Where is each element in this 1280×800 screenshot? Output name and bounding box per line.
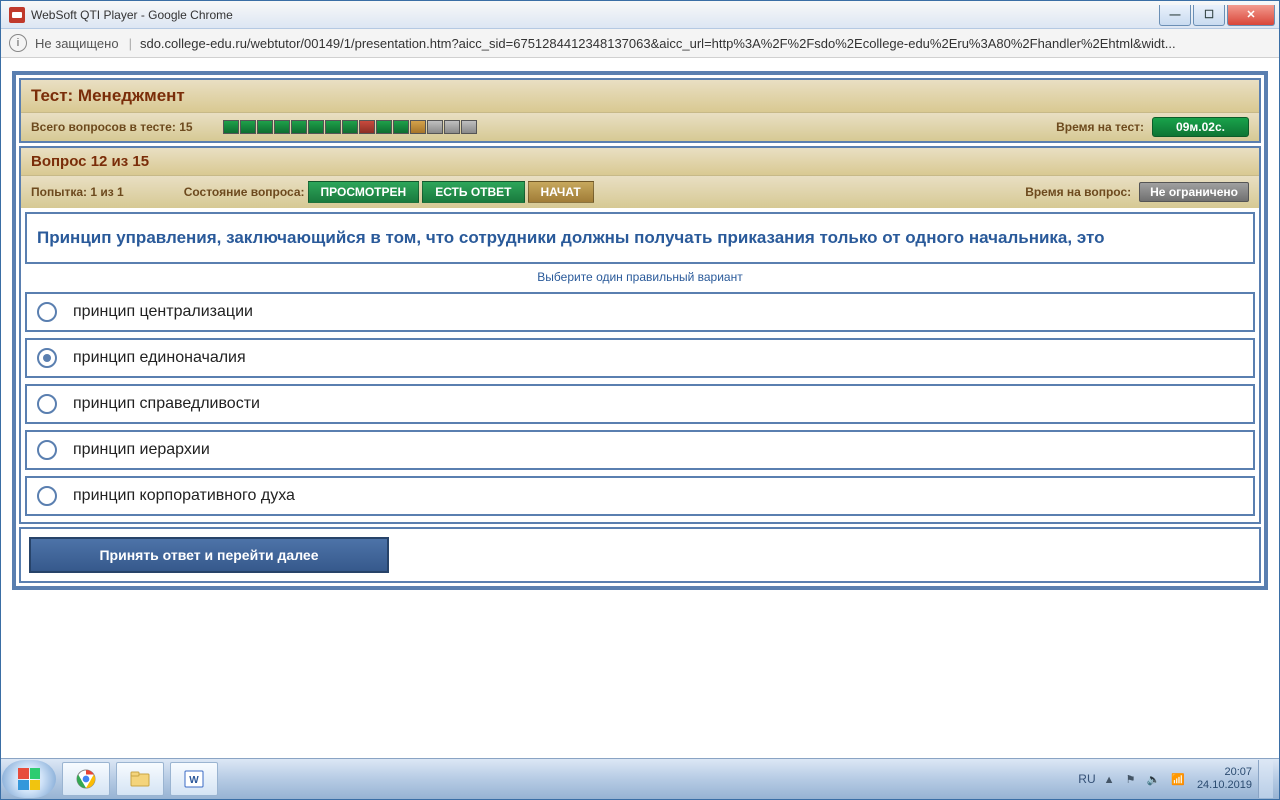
progress-cell[interactable] [393,120,409,134]
answer-option[interactable]: принцип единоначалия [25,338,1255,378]
page-content: Тест: Менеджмент Всего вопросов в тесте:… [6,61,1274,759]
minimize-button[interactable]: — [1159,5,1191,26]
answer-option-label: принцип справедливости [73,395,260,413]
state-started-badge: НАЧАТ [528,181,594,203]
not-secure-icon[interactable]: i [9,34,27,52]
radio-icon [37,486,57,506]
radio-icon [37,348,57,368]
question-hint: Выберите один правильный вариант [21,270,1259,284]
progress-cell[interactable] [291,120,307,134]
clock-time: 20:07 [1197,766,1252,779]
progress-cell[interactable] [461,120,477,134]
attempt-label: Попытка: 1 из 1 [31,185,124,199]
chrome-window: WebSoft QTI Player - Google Chrome — ☐ ✕… [0,0,1280,800]
state-label: Состояние вопроса: [184,185,305,199]
time-question-value: Не ограничено [1139,182,1249,202]
answer-option[interactable]: принцип централизации [25,292,1255,332]
window-title: WebSoft QTI Player - Google Chrome [31,8,233,22]
progress-cell[interactable] [410,120,426,134]
language-indicator[interactable]: RU [1078,772,1095,786]
start-button[interactable] [2,760,56,798]
divider: | [129,36,132,51]
progress-cell[interactable] [342,120,358,134]
chrome-icon [76,769,96,789]
answer-option-label: принцип корпоративного духа [73,487,295,505]
question-number: Вопрос 12 из 15 [21,148,1259,176]
total-questions-label: Всего вопросов в тесте: 15 [31,120,193,134]
answer-option[interactable]: принцип справедливости [25,384,1255,424]
time-question-label: Время на вопрос: [1025,185,1131,199]
radio-icon [37,394,57,414]
address-bar: i Не защищено | sdo.college-edu.ru/webtu… [1,29,1279,58]
progress-cell[interactable] [427,120,443,134]
radio-icon [37,302,57,322]
state-answered-badge: ЕСТЬ ОТВЕТ [422,181,524,203]
submit-row: Принять ответ и перейти далее [25,533,1255,577]
progress-cell[interactable] [257,120,273,134]
test-title: Тест: Менеджмент [31,86,185,105]
answer-option-label: принцип единоначалия [73,349,246,367]
security-label: Не защищено [35,36,119,51]
close-button[interactable]: ✕ [1227,5,1275,26]
answer-option[interactable]: принцип иерархии [25,430,1255,470]
radio-icon [37,440,57,460]
question-body: Принцип управления, заключающийся в том,… [21,212,1259,516]
progress-cell[interactable] [376,120,392,134]
app-icon [9,7,25,23]
windows-logo-icon [18,768,40,790]
test-header-panel: Тест: Менеджмент Всего вопросов в тесте:… [19,78,1261,143]
time-test-value: 09м.02с. [1152,117,1249,137]
progress-cell[interactable] [359,120,375,134]
folder-icon [130,771,150,787]
progress-cell[interactable] [223,120,239,134]
clock-date: 24.10.2019 [1197,779,1252,792]
maximize-button[interactable]: ☐ [1193,5,1225,26]
progress-cells [223,120,478,134]
word-icon: W [184,769,204,789]
tray-icons[interactable]: ▲ ⚑ 🔈 📶 [1104,773,1189,786]
taskbar-explorer[interactable] [116,762,164,796]
answer-option[interactable]: принцип корпоративного духа [25,476,1255,516]
progress-cell[interactable] [240,120,256,134]
question-text: Принцип управления, заключающийся в том,… [25,212,1255,264]
taskbar-word[interactable]: W [170,762,218,796]
submit-button[interactable]: Принять ответ и перейти далее [29,537,389,573]
progress-cell[interactable] [444,120,460,134]
progress-cell[interactable] [274,120,290,134]
test-frame: Тест: Менеджмент Всего вопросов в тесте:… [12,71,1268,590]
question-panel: Вопрос 12 из 15 Попытка: 1 из 1 Состояни… [19,146,1261,524]
window-controls: — ☐ ✕ [1159,5,1279,25]
test-title-row: Тест: Менеджмент [21,80,1259,113]
progress-cell[interactable] [325,120,341,134]
question-subheader: Попытка: 1 из 1 Состояние вопроса: ПРОСМ… [21,176,1259,208]
svg-text:W: W [189,775,199,786]
progress-cell[interactable] [308,120,324,134]
state-viewed-badge: ПРОСМОТРЕН [308,181,420,203]
test-info-row: Всего вопросов в тесте: 15 Время на тест… [21,113,1259,141]
time-test-label: Время на тест: [1056,120,1144,134]
url-text[interactable]: sdo.college-edu.ru/webtutor/00149/1/pres… [140,36,1176,51]
answer-option-label: принцип централизации [73,303,253,321]
taskbar: W RU ▲ ⚑ 🔈 📶 20:07 24.10.2019 [1,758,1279,799]
submit-panel: Принять ответ и перейти далее [19,527,1261,583]
show-desktop-button[interactable] [1258,760,1273,798]
system-tray: RU ▲ ⚑ 🔈 📶 20:07 24.10.2019 [1078,760,1279,798]
answer-option-label: принцип иерархии [73,441,210,459]
answer-options: принцип централизации принцип единоначали… [25,292,1255,516]
window-titlebar: WebSoft QTI Player - Google Chrome — ☐ ✕ [1,1,1279,29]
clock[interactable]: 20:07 24.10.2019 [1197,766,1252,792]
taskbar-chrome[interactable] [62,762,110,796]
